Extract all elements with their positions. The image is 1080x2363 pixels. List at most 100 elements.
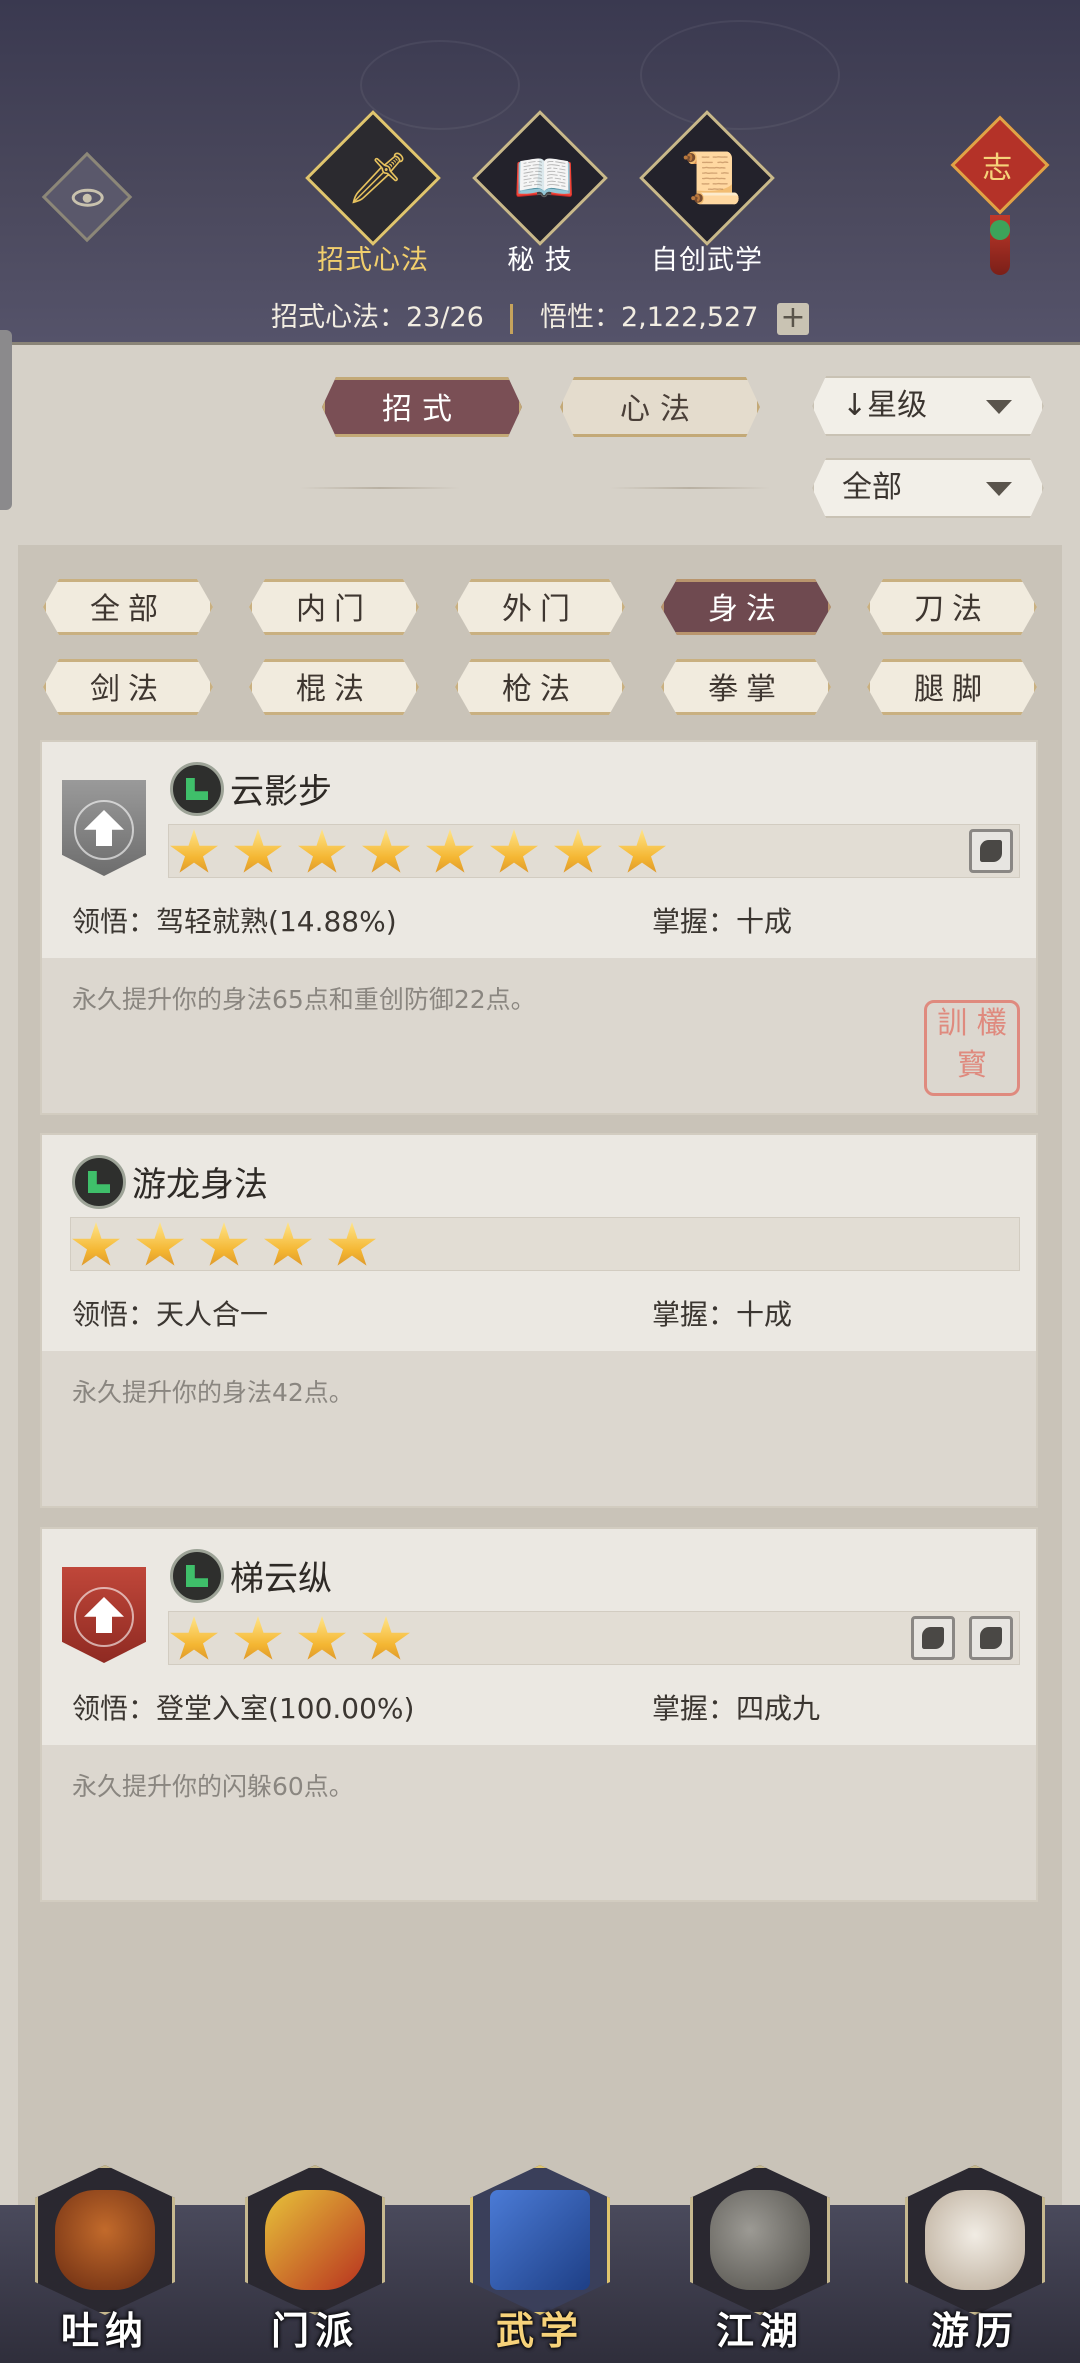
skill-card[interactable]: 云影步 领悟：驾轻就熟(14.88%) 掌握：十成 永久提升你的身法65点和重创…: [40, 740, 1038, 1115]
bottom-nav: 吐纳 门派 武学 江湖 游历: [0, 2165, 1080, 2363]
star-icon: [362, 1616, 410, 1660]
movement-type-icon: [170, 762, 224, 816]
chip-leg[interactable]: 腿脚: [867, 659, 1037, 715]
knot-char: 志: [982, 151, 1013, 186]
insight-value: 驾轻就熟(14.88%): [156, 905, 397, 938]
filter-dropdown[interactable]: 全部: [812, 458, 1044, 518]
star-rating: [70, 1217, 1020, 1271]
mastery-label: 掌握：: [652, 905, 737, 938]
chip-blade[interactable]: 刀法: [867, 579, 1037, 635]
nav-jianghu[interactable]: 江湖: [685, 2165, 835, 2355]
star-icon: [72, 1222, 120, 1266]
chip-outer[interactable]: 外门: [455, 579, 625, 635]
chevron-down-icon: [986, 400, 1012, 414]
stat-value: 23/26: [405, 302, 484, 333]
header-bar: 🗡 招式心法 📖 秘 技 📜 自创武学 志 招式心法：23/26 悟性：2,12…: [0, 0, 1080, 345]
nav-label: 吐纳: [60, 2309, 149, 2353]
insight-value: 登堂入室(100.00%): [156, 1692, 415, 1725]
tab-moves-methods[interactable]: 🗡 招式心法: [293, 110, 453, 277]
tab-custom-martial[interactable]: 📜 自创武学: [627, 110, 787, 277]
chip-inner[interactable]: 内门: [249, 579, 419, 635]
nav-label: 武学: [495, 2309, 584, 2353]
nav-label: 游历: [930, 2309, 1019, 2353]
nav-sect[interactable]: 门派: [240, 2165, 390, 2355]
running-figure-icon[interactable]: [969, 829, 1013, 873]
divider: [510, 303, 514, 334]
sect-banner-icon: [265, 2190, 365, 2290]
skill-description: 永久提升你的闪躲60点。: [72, 1772, 354, 1801]
star-icon: [362, 829, 410, 873]
insight-label: 领悟：: [72, 1692, 157, 1725]
tab-secret-skills[interactable]: 📖 秘 技: [460, 110, 620, 277]
sort-label: ↓星级: [842, 388, 928, 423]
star-icon: [554, 829, 602, 873]
stats-line: 招式心法：23/26 悟性：2,122,527 +: [0, 295, 1080, 335]
star-icon: [426, 829, 474, 873]
star-rating: [168, 824, 1020, 878]
seal-stamp: 訓 欉 寳: [924, 1000, 1020, 1096]
chip-spear[interactable]: 枪法: [455, 659, 625, 715]
knot-ornament-button[interactable]: 志: [950, 115, 1050, 215]
mastery-label: 掌握：: [652, 1298, 737, 1331]
nav-label: 门派: [270, 2309, 359, 2353]
add-insight-button[interactable]: +: [777, 302, 809, 335]
skill-name: 游龙身法: [132, 1165, 268, 1205]
insight-row: 领悟：天人合一: [72, 1293, 268, 1333]
star-icon: [170, 1616, 218, 1660]
nav-travel[interactable]: 游历: [900, 2165, 1050, 2355]
star-icon: [136, 1222, 184, 1266]
chip-sword[interactable]: 剑法: [43, 659, 213, 715]
chip-all[interactable]: 全部: [43, 579, 213, 635]
star-icon: [490, 829, 538, 873]
side-drawer-handle[interactable]: [0, 330, 12, 510]
cloud-decoration: [360, 40, 520, 130]
sword-icon: 🗡: [305, 110, 441, 246]
sort-dropdown[interactable]: ↓星级: [812, 376, 1044, 436]
nav-label: 江湖: [715, 2309, 804, 2353]
star-icon: [234, 1616, 282, 1660]
eye-toggle-button[interactable]: [41, 151, 133, 243]
cloud-swirl-icon[interactable]: [911, 1616, 955, 1660]
chip-fist[interactable]: 拳掌: [661, 659, 831, 715]
star-icon: [200, 1222, 248, 1266]
upgrade-badge-icon[interactable]: [62, 780, 146, 876]
star-icon: [264, 1222, 312, 1266]
mastery-label: 掌握：: [652, 1692, 737, 1725]
skill-description: 永久提升你的身法42点。: [72, 1378, 354, 1407]
insight-label: 领悟：: [72, 905, 157, 938]
upgrade-badge-icon[interactable]: [62, 1567, 146, 1663]
manual-book-icon: [490, 2190, 590, 2290]
divider-ornament: [300, 487, 460, 489]
skill-card[interactable]: 梯云纵 领悟：登堂入室(100.00%) 掌握：四成九 永久提升你的闪躲60点。: [40, 1527, 1038, 1902]
movement-type-icon: [170, 1549, 224, 1603]
skill-card[interactable]: 游龙身法 领悟：天人合一 掌握：十成 永久提升你的身法42点。: [40, 1133, 1038, 1508]
nav-breathing[interactable]: 吐纳: [30, 2165, 180, 2355]
mastery-value: 十成: [736, 905, 793, 938]
monk-icon: [55, 2190, 155, 2290]
chip-movement[interactable]: 身法: [661, 579, 831, 635]
scroll-book-icon: 📖: [472, 110, 608, 246]
mastery-row: 掌握：十成: [652, 1293, 792, 1333]
star-icon: [298, 1616, 346, 1660]
segment-moves[interactable]: 招式: [322, 377, 522, 437]
insight-row: 领悟：登堂入室(100.00%): [72, 1687, 414, 1727]
star-icon: [328, 1222, 376, 1266]
bead-icon: [990, 220, 1010, 240]
insight-label: 悟性：: [539, 302, 621, 333]
filter-label: 全部: [842, 470, 902, 505]
skill-name: 梯云纵: [230, 1559, 332, 1599]
eye-icon: [71, 188, 104, 207]
horse-icon: [925, 2190, 1025, 2290]
insight-value: 2,122,527: [620, 302, 759, 333]
skill-name: 云影步: [230, 772, 332, 812]
cloud-swirl-icon[interactable]: [969, 1616, 1013, 1660]
segment-mind[interactable]: 心法: [560, 377, 760, 437]
star-icon: [234, 829, 282, 873]
star-icon: [170, 829, 218, 873]
chevron-down-icon: [986, 482, 1012, 496]
cloud-decoration: [640, 20, 840, 130]
insight-value: 天人合一: [156, 1298, 269, 1331]
nav-martial-arts[interactable]: 武学: [465, 2165, 615, 2355]
divider-ornament: [610, 487, 770, 489]
chip-staff[interactable]: 棍法: [249, 659, 419, 715]
